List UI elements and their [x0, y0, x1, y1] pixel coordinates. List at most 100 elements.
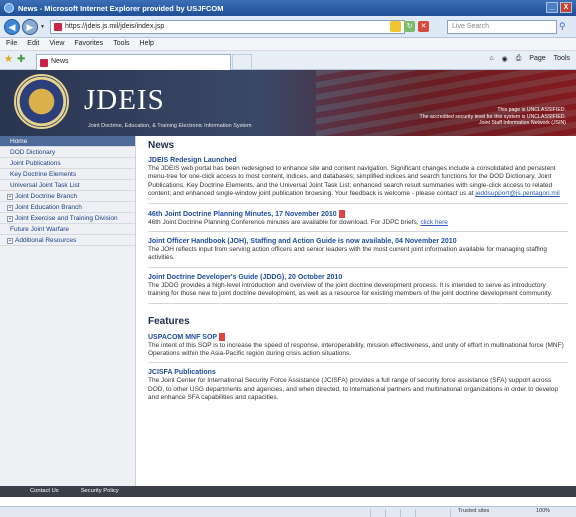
- history-dropdown-icon[interactable]: ▼: [40, 24, 45, 30]
- window-title-bar: News - Microsoft Internet Explorer provi…: [0, 0, 576, 16]
- sidebar-item-label: Home: [10, 138, 28, 145]
- sidebar-item-label: Joint Exercise and Training Division: [15, 215, 118, 222]
- close-button[interactable]: X: [560, 2, 572, 13]
- main-content: News JDEIS Redesign Launched The JDEIS w…: [148, 140, 568, 413]
- sidebar-item-dod-dictionary[interactable]: DOD Dictionary: [0, 147, 135, 158]
- site-tagline: Joint Doctrine, Education, & Training El…: [88, 123, 252, 129]
- article-title[interactable]: 46th Joint Doctrine Planning Minutes, 17…: [148, 209, 568, 218]
- sidebar-item-label: Additional Resources: [15, 237, 77, 244]
- sidebar-item-joint-exercise-training[interactable]: + Joint Exercise and Training Division: [0, 213, 135, 224]
- status-cell: [400, 509, 401, 517]
- expand-icon[interactable]: +: [7, 216, 13, 222]
- article-body: The JDDG provides a high-level introduct…: [148, 281, 553, 298]
- pdf-icon[interactable]: [219, 332, 226, 341]
- feeds-icon[interactable]: ◉: [502, 55, 508, 63]
- article-text: 46th Joint Doctrine Planning Conference …: [148, 218, 419, 226]
- refresh-icon[interactable]: ↻: [404, 21, 415, 32]
- menu-file[interactable]: File: [6, 38, 17, 50]
- stop-icon[interactable]: ✕: [418, 21, 429, 32]
- article-body: The JDEIS web portal has been redesigned…: [148, 165, 568, 199]
- feature-item: JCISFA Publications The Joint Center for…: [148, 369, 568, 406]
- home-icon[interactable]: ⌂: [489, 55, 493, 63]
- favorites-star-icon[interactable]: ★: [4, 55, 13, 65]
- news-article: 46th Joint Doctrine Planning Minutes, 17…: [148, 209, 568, 233]
- address-url: https://jdeis.js.mil/jdeis/index.jsp: [65, 23, 165, 30]
- expand-icon[interactable]: +: [7, 238, 13, 244]
- page-menu[interactable]: Page: [529, 55, 545, 63]
- article-title[interactable]: Joint Doctrine Developer's Guide (JDDG),…: [148, 274, 568, 281]
- site-footer: Contact Us Security Policy: [0, 486, 576, 497]
- site-logo[interactable]: JDEIS: [84, 84, 165, 117]
- sidebar-item-future-joint-warfare[interactable]: Future Joint Warfare: [0, 224, 135, 235]
- sidebar-item-joint-publications[interactable]: Joint Publications: [0, 158, 135, 169]
- sidebar-item-home[interactable]: Home: [0, 136, 135, 147]
- zoom-level[interactable]: 100%: [536, 508, 550, 514]
- sidebar-item-label: Future Joint Warfare: [10, 226, 70, 233]
- search-input[interactable]: Live Search: [447, 20, 557, 34]
- sidebar-item-key-doctrine-elements[interactable]: Key Doctrine Elements: [0, 169, 135, 180]
- site-favicon-icon: [54, 23, 62, 31]
- article-title[interactable]: Joint Officer Handbook (JOH), Staffing a…: [148, 238, 568, 245]
- article-title-text: 46th Joint Doctrine Planning Minutes, 17…: [148, 210, 337, 218]
- sidebar-item-additional-resources[interactable]: + Additional Resources: [0, 235, 135, 246]
- lock-icon[interactable]: [390, 21, 401, 32]
- security-zone[interactable]: Trusted sites: [458, 508, 489, 514]
- sidebar-item-joint-doctrine-branch[interactable]: + Joint Doctrine Branch: [0, 191, 135, 202]
- minimize-button[interactable]: _: [546, 2, 558, 13]
- feature-title-text: USPACOM MNF SOP: [148, 333, 218, 341]
- new-tab-button[interactable]: [232, 54, 252, 70]
- tab-news[interactable]: News: [36, 54, 231, 70]
- feature-title[interactable]: JCISFA Publications: [148, 369, 568, 376]
- tools-menu[interactable]: Tools: [554, 55, 570, 63]
- tab-favicon-icon: [40, 59, 48, 67]
- expand-icon[interactable]: +: [7, 205, 13, 211]
- menu-bar: File Edit View Favorites Tools Help: [0, 38, 576, 51]
- menu-view[interactable]: View: [49, 38, 64, 50]
- internet-explorer-icon: [4, 3, 14, 13]
- search-icon[interactable]: ⚲: [559, 20, 572, 34]
- status-cell: [415, 509, 416, 517]
- article-body: The JOH reflects input from serving acti…: [148, 246, 547, 262]
- status-cell: [450, 509, 451, 517]
- status-cell: [370, 509, 371, 517]
- site-banner: JDEIS Joint Doctrine, Education, & Train…: [0, 70, 576, 136]
- article-body: 46th Joint Doctrine Planning Conference …: [148, 219, 568, 227]
- menu-favorites[interactable]: Favorites: [74, 38, 103, 50]
- status-cell: [385, 509, 386, 517]
- expand-icon[interactable]: +: [7, 194, 13, 200]
- news-article: Joint Officer Handbook (JOH), Staffing a…: [148, 238, 568, 268]
- news-heading: News: [148, 140, 175, 151]
- news-article: JDEIS Redesign Launched The JDEIS web po…: [148, 157, 568, 204]
- sidebar-item-label: DOD Dictionary: [10, 149, 56, 156]
- menu-help[interactable]: Help: [140, 38, 154, 50]
- menu-tools[interactable]: Tools: [113, 38, 129, 50]
- forward-button[interactable]: ▶: [22, 19, 38, 35]
- status-bar: Trusted sites 100%: [0, 506, 576, 517]
- address-toolbar: ◀ ▶ ▼ https://jdeis.js.mil/jdeis/index.j…: [0, 16, 576, 38]
- article-title[interactable]: JDEIS Redesign Launched: [148, 157, 568, 164]
- menu-edit[interactable]: Edit: [27, 38, 39, 50]
- feature-title[interactable]: USPACOM MNF SOP: [148, 332, 568, 341]
- classification-line: Joint Staff Information Network (JSIN): [479, 120, 566, 126]
- sidebar-item-joint-education-branch[interactable]: + Joint Education Branch: [0, 202, 135, 213]
- contact-us-link[interactable]: Contact Us: [30, 486, 59, 497]
- sidebar-item-label: Key Doctrine Elements: [10, 171, 77, 178]
- features-heading: Features: [148, 315, 190, 327]
- back-button[interactable]: ◀: [4, 19, 20, 35]
- sidebar-item-universal-joint-task-list[interactable]: Universal Joint Task List: [0, 180, 135, 191]
- support-email-link[interactable]: jeddsupport@js.pentagon.mil: [475, 190, 559, 197]
- security-policy-link[interactable]: Security Policy: [81, 486, 119, 497]
- tab-bar: ★ ✚ News ⌂ ◉ ⎙ Page Tools: [0, 51, 576, 70]
- window-title: News - Microsoft Internet Explorer provi…: [18, 4, 224, 13]
- news-article: Joint Doctrine Developer's Guide (JDDG),…: [148, 274, 568, 304]
- classification-notice: This page is UNCLASSIFIED. The accredite…: [420, 107, 566, 127]
- add-favorite-icon[interactable]: ✚: [17, 55, 25, 65]
- address-input[interactable]: https://jdeis.js.mil/jdeis/index.jsp: [50, 20, 405, 34]
- click-here-link[interactable]: click here: [420, 219, 447, 226]
- feature-body: The intent of this SOP is to increase th…: [148, 341, 564, 358]
- sidebar-item-label: Universal Joint Task List: [10, 182, 80, 189]
- print-icon[interactable]: ⎙: [516, 55, 522, 63]
- feature-body: The Joint Center for International Secur…: [148, 377, 559, 402]
- joint-chiefs-seal-icon: [14, 74, 69, 129]
- pdf-icon[interactable]: [338, 209, 345, 218]
